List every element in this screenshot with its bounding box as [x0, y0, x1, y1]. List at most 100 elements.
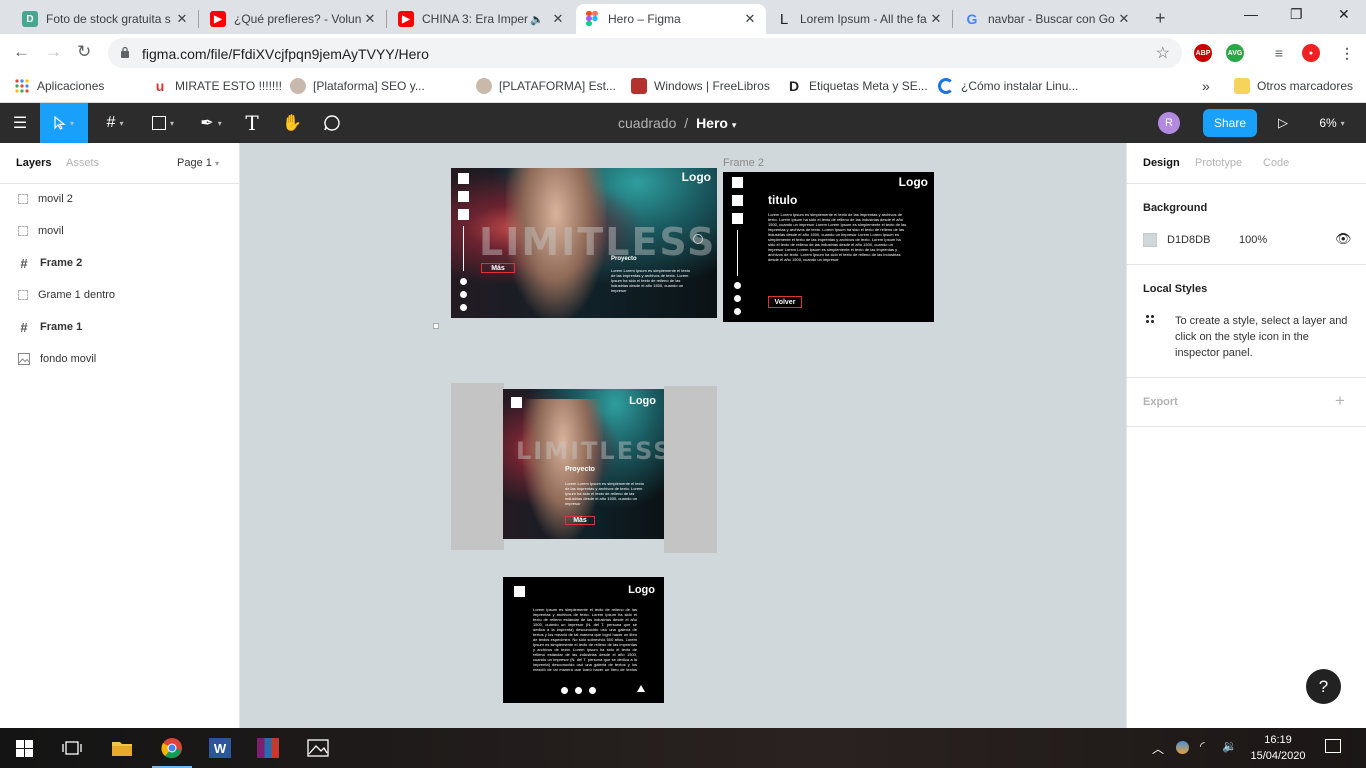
- bookmarks-bar: Aplicaciones u MIRATE ESTO !!!!!!! [Plat…: [0, 72, 1366, 103]
- mobile-2-frame[interactable]: Logo Lorem Ipsum es simplemente el texto…: [503, 577, 664, 703]
- bookmark-item[interactable]: [Plataforma] SEO y...: [290, 78, 425, 94]
- shape-tool-button[interactable]: ▾: [140, 103, 186, 143]
- layer-row[interactable]: # Frame 2: [0, 247, 240, 279]
- avg-icon[interactable]: AVG: [1226, 44, 1244, 62]
- close-tab-icon[interactable]: ✕: [550, 11, 566, 27]
- present-play-icon[interactable]: ▷: [1272, 103, 1294, 143]
- close-tab-icon[interactable]: ✕: [362, 11, 378, 27]
- comment-tool-icon[interactable]: [318, 103, 346, 143]
- address-bar[interactable]: figma.com/file/FfdiXVcjfpqn9jemAyTVYY/He…: [108, 38, 1182, 68]
- minimize-button[interactable]: —: [1244, 6, 1258, 22]
- browser-tab[interactable]: ▶ ¿Qué prefieres? - Volun ✕: [202, 4, 386, 34]
- user-avatar[interactable]: R: [1158, 112, 1180, 134]
- layer-row[interactable]: Grame 1 dentro: [0, 279, 240, 311]
- bookmark-item[interactable]: Aplicaciones: [14, 78, 104, 94]
- lock-icon: [121, 46, 129, 58]
- bookmark-item[interactable]: Windows | FreeLibros: [631, 78, 770, 94]
- file-explorer-icon[interactable]: [110, 736, 134, 760]
- winrar-icon[interactable]: [256, 736, 280, 760]
- tab-assets[interactable]: Assets: [66, 157, 99, 169]
- frame-hash-icon: #: [20, 319, 28, 335]
- notifications-icon[interactable]: [1325, 739, 1341, 753]
- help-button[interactable]: ?: [1306, 669, 1341, 704]
- close-tab-icon[interactable]: ✕: [1116, 11, 1132, 27]
- browser-tab[interactable]: G navbar - Buscar con Go ✕: [956, 4, 1140, 34]
- zoom-dropdown[interactable]: 6% ▾: [1310, 103, 1354, 143]
- bookmark-item[interactable]: D Etiquetas Meta y SE...: [786, 78, 928, 94]
- file-breadcrumb[interactable]: cuadrado / Hero ▾: [618, 115, 736, 131]
- desktop-hero-frame[interactable]: LIMITLESS Logo Más Proyecto Lorem Lorem …: [451, 168, 717, 318]
- background-hex[interactable]: D1D8DB: [1167, 234, 1210, 246]
- layer-row[interactable]: movil: [0, 215, 240, 247]
- avatar-icon: [290, 78, 306, 94]
- close-tab-icon[interactable]: ✕: [174, 11, 190, 27]
- figma-canvas[interactable]: LIMITLESS Logo Más Proyecto Lorem Lorem …: [240, 143, 1126, 728]
- more-bookmarks-button[interactable]: »: [1202, 78, 1210, 94]
- pen-tool-button[interactable]: ✒ ▾: [188, 103, 234, 143]
- hero-more-button: Más: [481, 263, 515, 273]
- close-window-button[interactable]: ✕: [1338, 6, 1350, 23]
- browser-tab-active[interactable]: Hero – Figma ✕: [576, 4, 766, 34]
- tab-code[interactable]: Code: [1263, 157, 1289, 169]
- menu-kebab-icon[interactable]: ⋮: [1338, 44, 1356, 62]
- export-section-title[interactable]: Export: [1143, 396, 1178, 408]
- wifi-icon[interactable]: ◜: [1200, 739, 1205, 753]
- photos-icon[interactable]: [306, 736, 330, 760]
- volume-icon[interactable]: 🔉: [1222, 739, 1237, 753]
- page-selector[interactable]: Page 1 ▾: [177, 157, 219, 169]
- profile-avatar-icon[interactable]: ●: [1302, 44, 1320, 62]
- u-logo-icon: u: [155, 78, 165, 94]
- resize-handle[interactable]: [433, 323, 439, 329]
- frame-2[interactable]: Logo titulo Lorem Lorem Ipsum es simplem…: [723, 172, 934, 322]
- close-tab-icon[interactable]: ✕: [928, 11, 944, 27]
- windows-start-icon[interactable]: [12, 736, 36, 760]
- layer-row[interactable]: fondo movil: [0, 343, 240, 375]
- tab-layers[interactable]: Layers: [16, 157, 51, 169]
- move-tool-button[interactable]: ▾: [40, 103, 88, 143]
- bookmark-item[interactable]: [PLATAFORMA] Est...: [476, 78, 616, 94]
- background-swatch[interactable]: [1143, 233, 1157, 247]
- speaker-icon[interactable]: 🔈: [530, 13, 544, 26]
- bookmark-item[interactable]: u MIRATE ESTO !!!!!!!: [152, 78, 282, 94]
- reading-list-icon[interactable]: ≡: [1270, 44, 1288, 62]
- tray-chevron-up-icon[interactable]: ︿: [1152, 740, 1164, 757]
- figma-toolbar: ☰ ▾ # ▾ ▾ ✒ ▾ T ✋ cuadrado / Hero ▾ R Shar…: [0, 103, 1366, 143]
- tab-design[interactable]: Design: [1143, 157, 1180, 169]
- new-tab-button[interactable]: +: [1155, 8, 1166, 29]
- system-clock[interactable]: 16:19 15/04/2020: [1246, 732, 1310, 764]
- layer-row[interactable]: movil 2: [0, 183, 240, 215]
- chrome-taskbar-icon[interactable]: [152, 736, 192, 768]
- text-tool-icon[interactable]: T: [238, 103, 266, 143]
- frame-2-label[interactable]: Frame 2: [723, 157, 764, 169]
- frame-hash-icon: #: [20, 255, 28, 271]
- restore-button[interactable]: ❐: [1290, 6, 1303, 23]
- background-opacity[interactable]: 100%: [1239, 234, 1267, 246]
- main-menu-icon[interactable]: ☰: [0, 103, 40, 143]
- hand-tool-icon[interactable]: ✋: [278, 103, 306, 143]
- add-export-icon[interactable]: +: [1335, 391, 1345, 411]
- word-icon[interactable]: W: [208, 736, 232, 760]
- weather-icon[interactable]: [1176, 741, 1189, 754]
- other-bookmarks[interactable]: Otros marcadores: [1234, 78, 1353, 94]
- task-view-icon[interactable]: [60, 736, 84, 760]
- bookmark-star-icon[interactable]: ☆: [1156, 43, 1170, 63]
- browser-tab[interactable]: D Foto de stock gratuita s ✕: [14, 4, 198, 34]
- adblock-icon[interactable]: ABP: [1194, 44, 1212, 62]
- bookmark-label: Windows | FreeLibros: [654, 79, 770, 93]
- forward-button[interactable]: →: [45, 42, 62, 62]
- frame-tool-button[interactable]: # ▾: [92, 103, 138, 143]
- browser-tab[interactable]: ▶ CHINA 3: Era Imper 🔈 ✕: [390, 4, 574, 34]
- tab-prototype[interactable]: Prototype: [1195, 157, 1242, 169]
- close-tab-icon[interactable]: ✕: [742, 11, 758, 27]
- back-button[interactable]: ←: [13, 42, 30, 62]
- chevron-down-icon: ▾: [214, 159, 219, 168]
- mobile-project: Proyecto: [565, 466, 595, 473]
- mobile-hero-frame[interactable]: LIMITLESS Logo Proyecto Lorem Lorem Ipsu…: [503, 389, 664, 539]
- share-button[interactable]: Share: [1203, 109, 1257, 137]
- browser-tab[interactable]: L Lorem Ipsum - All the fa ✕: [768, 4, 952, 34]
- eye-visibility-icon[interactable]: 👁: [1335, 231, 1352, 247]
- layer-name: Frame 1: [40, 321, 83, 333]
- bookmark-item[interactable]: ¿Cómo instalar Linu...: [938, 78, 1078, 94]
- layer-row[interactable]: # Frame 1: [0, 311, 240, 343]
- reload-button[interactable]: ↻: [77, 42, 91, 62]
